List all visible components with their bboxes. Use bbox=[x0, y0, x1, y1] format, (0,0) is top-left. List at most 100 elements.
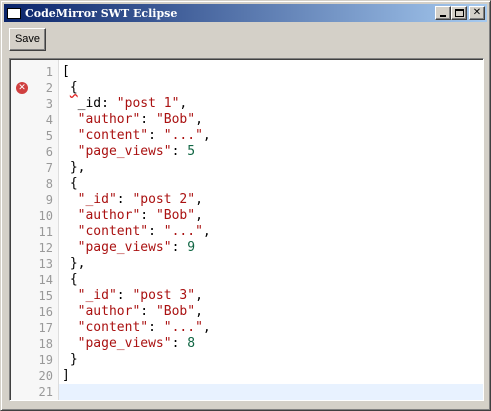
code-line[interactable]: "page_views": 9 bbox=[59, 240, 483, 256]
line-number: 20 bbox=[38, 369, 53, 383]
code-token: : bbox=[116, 288, 133, 303]
code-token: "content" bbox=[77, 128, 149, 143]
code-token: "Bob" bbox=[155, 304, 196, 319]
code-token: : bbox=[148, 128, 164, 143]
window-title: CodeMirror SWT Eclipse bbox=[25, 6, 178, 20]
code-line-text: "author": "Bob", bbox=[62, 112, 203, 128]
code-token: { bbox=[62, 272, 78, 287]
code-line[interactable] bbox=[59, 384, 483, 400]
code-token: "_id" bbox=[77, 192, 117, 207]
code-token: [ bbox=[62, 64, 70, 79]
code-line[interactable]: }, bbox=[59, 256, 483, 272]
application-window: CodeMirror SWT Eclipse ✕ Save 1 2 ✕ 3 4 5 6 7 8 9… bbox=[0, 0, 491, 411]
code-token: , bbox=[195, 304, 203, 319]
app-window-icon bbox=[7, 7, 21, 19]
code-token: : bbox=[171, 336, 188, 351]
code-token: _id bbox=[62, 96, 102, 111]
code-line[interactable]: "author": "Bob", bbox=[59, 304, 483, 320]
code-line[interactable]: ] bbox=[59, 368, 483, 384]
code-token: "..." bbox=[163, 320, 203, 335]
code-line[interactable]: "_id": "post 3", bbox=[59, 288, 483, 304]
code-line[interactable]: { bbox=[59, 272, 483, 288]
code-token: "content" bbox=[77, 224, 149, 239]
code-token: "post 3" bbox=[132, 288, 196, 303]
code-line[interactable]: }, bbox=[59, 160, 483, 176]
code-line[interactable]: "page_views": 8 bbox=[59, 336, 483, 352]
code-token: , bbox=[195, 112, 203, 127]
code-line[interactable]: { bbox=[59, 176, 483, 192]
code-line[interactable]: "content": "...", bbox=[59, 128, 483, 144]
minimize-icon bbox=[440, 15, 446, 17]
code-token: : bbox=[140, 208, 156, 223]
line-number: 18 bbox=[38, 337, 53, 351]
code-line-text: [ bbox=[62, 64, 70, 80]
code-token: "page_views" bbox=[77, 240, 172, 255]
code-line-text: } bbox=[62, 352, 78, 368]
line-number: 6 bbox=[45, 145, 53, 159]
code-text-area[interactable]: [ { _id: "post 1", "author": "Bob", "con… bbox=[59, 60, 483, 400]
code-line-text: "_id": "post 2", bbox=[62, 192, 203, 208]
code-editor[interactable]: 1 2 ✕ 3 4 5 6 7 8 9 10 11 12 13 14 15 16 17 18 19 20 21 [ { _… bbox=[9, 58, 484, 401]
line-number: 4 bbox=[45, 113, 53, 127]
line-number: 1 bbox=[45, 65, 53, 79]
code-line-text: "content": "...", bbox=[62, 224, 211, 240]
error-marker-icon[interactable]: ✕ bbox=[16, 82, 28, 94]
line-number-gutter: 1 2 ✕ 3 4 5 6 7 8 9 10 11 12 13 14 15 16 17 18 19 20 21 bbox=[11, 60, 59, 400]
line-number: 21 bbox=[38, 385, 53, 399]
code-token: : bbox=[171, 144, 188, 159]
code-token: "_id" bbox=[77, 288, 117, 303]
maximize-button[interactable] bbox=[451, 6, 467, 20]
code-line[interactable]: _id: "post 1", bbox=[59, 96, 483, 112]
line-number: 8 bbox=[45, 177, 53, 191]
code-token: } bbox=[62, 352, 78, 367]
code-line[interactable]: "content": "...", bbox=[59, 224, 483, 240]
code-token: 8 bbox=[187, 336, 196, 351]
code-token: 5 bbox=[187, 144, 196, 159]
code-token: , bbox=[195, 208, 203, 223]
code-token: , bbox=[195, 288, 203, 303]
code-line[interactable]: "author": "Bob", bbox=[59, 208, 483, 224]
code-token: "author" bbox=[77, 112, 141, 127]
code-line-text: }, bbox=[62, 160, 86, 176]
code-token: "page_views" bbox=[77, 144, 172, 159]
code-token: : bbox=[140, 304, 156, 319]
toolbar: Save bbox=[4, 25, 487, 55]
code-line[interactable]: { bbox=[59, 80, 483, 96]
code-token: "..." bbox=[163, 224, 203, 239]
line-number: 7 bbox=[45, 161, 53, 175]
close-button[interactable]: ✕ bbox=[469, 6, 485, 20]
code-token: "Bob" bbox=[155, 112, 196, 127]
code-token: }, bbox=[62, 160, 86, 175]
code-line[interactable]: "author": "Bob", bbox=[59, 112, 483, 128]
code-token: : bbox=[148, 320, 164, 335]
code-line-text: "content": "...", bbox=[62, 320, 211, 336]
line-number: 12 bbox=[38, 241, 53, 255]
code-line[interactable]: "page_views": 5 bbox=[59, 144, 483, 160]
save-button[interactable]: Save bbox=[9, 28, 46, 51]
line-number: 14 bbox=[38, 273, 53, 287]
code-token: ] bbox=[62, 368, 70, 383]
title-bar[interactable]: CodeMirror SWT Eclipse ✕ bbox=[4, 4, 487, 22]
window-controls: ✕ bbox=[435, 6, 485, 20]
code-token: "content" bbox=[77, 320, 149, 335]
code-line-text: "page_views": 8 bbox=[62, 336, 195, 352]
minimize-button[interactable] bbox=[435, 6, 451, 20]
code-line[interactable]: } bbox=[59, 352, 483, 368]
code-token: "page_views" bbox=[77, 336, 172, 351]
code-token: : bbox=[171, 240, 188, 255]
code-token: : bbox=[101, 96, 117, 111]
code-line[interactable]: "_id": "post 2", bbox=[59, 192, 483, 208]
code-line-text: "author": "Bob", bbox=[62, 304, 203, 320]
code-line[interactable]: "content": "...", bbox=[59, 320, 483, 336]
code-line[interactable]: [ bbox=[59, 64, 483, 80]
code-line-text: _id: "post 1", bbox=[62, 96, 188, 112]
